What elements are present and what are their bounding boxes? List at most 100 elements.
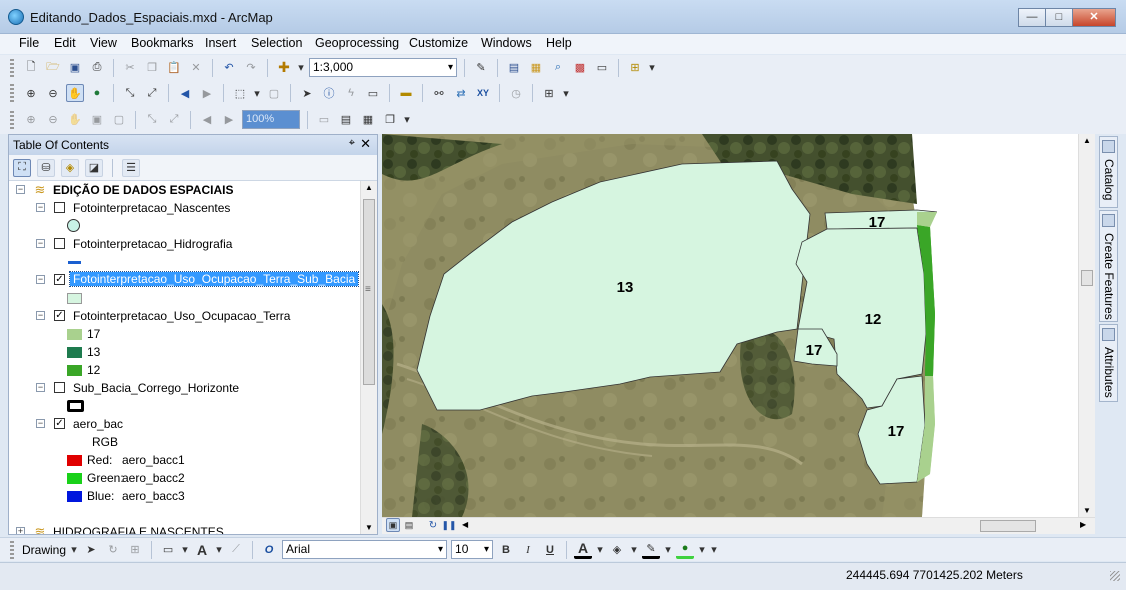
scroll-up-icon[interactable]: ▲	[365, 183, 373, 192]
marker-color-dropdown-icon[interactable]: ▾	[698, 541, 706, 559]
maximize-button[interactable]: □	[1045, 8, 1073, 27]
legend-class-13[interactable]: 13	[9, 343, 361, 361]
scroll-left-icon[interactable]: ◀	[462, 520, 468, 529]
pin-icon[interactable]: ⌖	[349, 137, 355, 150]
zoom-100-icon[interactable]: ▢	[110, 111, 128, 129]
layer-aero-bac[interactable]: − ✓ aero_bac	[9, 415, 361, 433]
drawing-dropdown-icon[interactable]: ▾	[70, 541, 78, 559]
layer-visibility-checkbox[interactable]: ✓	[54, 274, 65, 285]
layout-view-icon[interactable]: ▤	[402, 518, 416, 532]
cut-icon[interactable]: ✂	[121, 59, 139, 77]
menu-selection[interactable]: Selection	[251, 36, 302, 50]
menu-insert[interactable]: Insert	[205, 36, 236, 50]
layer-sub-bacia[interactable]: − Sub_Bacia_Corrego_Horizonte	[9, 379, 361, 397]
toc-vertical-scrollbar[interactable]: ▲ ▼	[360, 181, 377, 534]
go-to-xy-icon[interactable]: XY	[474, 84, 492, 102]
menu-bookmarks[interactable]: Bookmarks	[131, 36, 194, 50]
create-features-tab[interactable]: Create Features	[1099, 210, 1118, 322]
fixed-zoom-in-icon[interactable]: ⤡	[121, 84, 139, 102]
layer-uso-sub-bacia[interactable]: − ✓ Fotointerpretacao_Uso_Ocupacao_Terra…	[9, 271, 361, 289]
zoom-out-fixed-icon[interactable]: ⊖	[44, 111, 62, 129]
find-binoculars-icon[interactable]: ⚯	[430, 84, 448, 102]
select-dropdown-icon[interactable]: ▾	[253, 84, 261, 102]
undo-icon[interactable]: ↶	[220, 59, 238, 77]
pause-drawing-icon[interactable]: ❚❚	[441, 518, 456, 532]
rotate-icon[interactable]: ↻	[104, 541, 122, 559]
map-view[interactable]: 13 17 12 17 17	[382, 134, 1078, 517]
font-color-button[interactable]: A	[574, 540, 593, 559]
open-folder-icon[interactable]: 🗁	[44, 59, 62, 77]
menu-geoprocessing[interactable]: Geoprocessing	[315, 36, 399, 50]
map-vertical-scrollbar[interactable]: ▲ ▼	[1078, 134, 1095, 517]
collapse-icon[interactable]: −	[36, 275, 45, 284]
select-elements-icon[interactable]: ➤	[82, 541, 100, 559]
find-route-icon[interactable]: ⇄	[452, 84, 470, 102]
add-data-icon[interactable]: ✚	[275, 59, 293, 77]
time-slider-icon[interactable]: ◷	[507, 84, 525, 102]
map-canvas[interactable]: 13 17 12 17 17	[382, 134, 1078, 517]
line-color-dropdown-icon[interactable]: ▾	[664, 541, 672, 559]
scroll-thumb[interactable]	[363, 199, 375, 385]
land-use-polygon-17-strip[interactable]	[917, 212, 937, 227]
toc-options-icon[interactable]: ☰	[122, 158, 140, 177]
toolbar-options-icon[interactable]: ▾	[403, 111, 411, 129]
paste-icon[interactable]: 📋	[165, 59, 183, 77]
list-by-drawing-order-icon[interactable]: ⛶	[13, 158, 31, 177]
menu-customize[interactable]: Customize	[409, 36, 468, 50]
previous-extent-layout-icon[interactable]: ◀	[198, 111, 216, 129]
font-name-combo[interactable]: Arial	[282, 540, 448, 559]
fixed-zoom-in-layout-icon[interactable]: ⤡	[143, 111, 161, 129]
layer-uso-ocupacao[interactable]: − ✓ Fotointerpretacao_Uso_Ocupacao_Terra	[9, 307, 361, 325]
drawing-menu-button[interactable]: Drawing	[22, 543, 66, 557]
add-data-dropdown-icon[interactable]: ▾	[297, 59, 305, 77]
toolbar-grip[interactable]	[10, 540, 14, 559]
measure-icon[interactable]: ▬	[397, 84, 415, 102]
catalog-tab[interactable]: Catalog	[1099, 136, 1118, 208]
scroll-up-icon[interactable]: ▲	[1083, 136, 1091, 145]
focus-data-frame-icon[interactable]: ▤	[337, 111, 355, 129]
horizontal-scroll-thumb[interactable]	[980, 520, 1036, 532]
bold-button[interactable]: B	[497, 541, 515, 559]
toolbar-grip[interactable]	[10, 84, 14, 102]
table-of-contents-window-icon[interactable]: ▤	[505, 59, 523, 77]
model-builder-icon[interactable]: ⊞	[626, 59, 644, 77]
layer-visibility-checkbox[interactable]: ✓	[54, 418, 65, 429]
menu-view[interactable]: View	[90, 36, 117, 50]
font-size-combo[interactable]: 10	[451, 540, 494, 559]
data-driven-pages-icon[interactable]: ❐	[381, 111, 399, 129]
new-document-icon[interactable]: 🗋	[22, 59, 40, 77]
layer-visibility-checkbox[interactable]	[54, 238, 65, 249]
back-extent-icon[interactable]: ◀	[176, 84, 194, 102]
refresh-icon[interactable]: ↻	[426, 518, 440, 532]
select-features-icon[interactable]: ⬚	[231, 84, 249, 102]
layer-visibility-checkbox[interactable]: ✓	[54, 310, 65, 321]
collapse-icon[interactable]: −	[16, 185, 25, 194]
menu-edit[interactable]: Edit	[54, 36, 76, 50]
zoom-out-icon[interactable]: ⊖	[44, 84, 62, 102]
edit-vertices-icon[interactable]: ⟋	[227, 541, 245, 559]
toggle-draft-mode-icon[interactable]: ▭	[315, 111, 333, 129]
italic-button[interactable]: I	[519, 541, 537, 559]
map-scale-combo[interactable]: 1:3,000	[309, 58, 457, 77]
collapse-icon[interactable]: −	[36, 239, 45, 248]
attributes-tab[interactable]: Attributes	[1099, 324, 1118, 402]
clear-selection-icon[interactable]: ▢	[265, 84, 283, 102]
toolbar-options-icon[interactable]: ▾	[562, 84, 570, 102]
fill-color-icon[interactable]: ◈	[608, 541, 626, 559]
scroll-down-icon[interactable]: ▼	[365, 523, 373, 532]
print-icon[interactable]: ⎙	[88, 59, 106, 77]
zoom-whole-page-icon[interactable]: ▣	[88, 111, 106, 129]
underline-button[interactable]: U	[541, 541, 559, 559]
text-icon[interactable]: A	[193, 541, 211, 559]
zoom-percent-combo[interactable]: 100%	[242, 110, 300, 129]
pan-fixed-icon[interactable]: ✋	[66, 111, 84, 129]
text-dropdown-icon[interactable]: ▾	[215, 541, 223, 559]
toolbar-grip[interactable]	[10, 110, 14, 129]
fixed-zoom-out-layout-icon[interactable]: ⤢	[165, 111, 183, 129]
list-by-selection-icon[interactable]: ◪	[85, 158, 103, 177]
redo-icon[interactable]: ↷	[242, 59, 260, 77]
layer-visibility-checkbox[interactable]	[54, 202, 65, 213]
marker-color-icon[interactable]: ●	[676, 541, 695, 559]
layer-hidrografia[interactable]: − Fotointerpretacao_Hidrografia	[9, 235, 361, 253]
collapse-icon[interactable]: −	[36, 419, 45, 428]
